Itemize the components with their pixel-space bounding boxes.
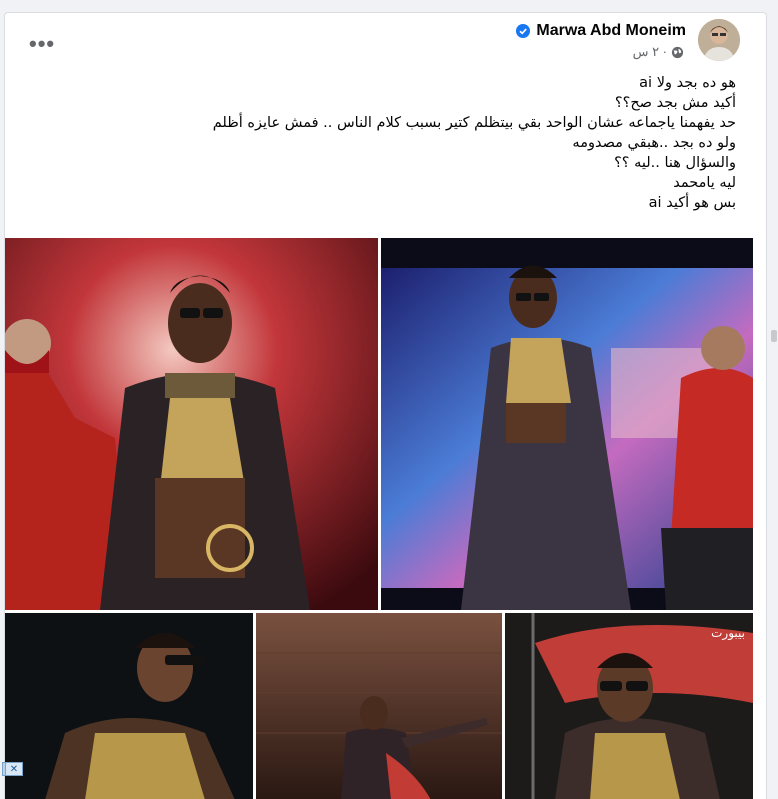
post-meta: ٢ س · bbox=[633, 44, 684, 60]
close-icon[interactable]: ✕ bbox=[5, 762, 23, 776]
photo-watermark: بيبورت bbox=[711, 626, 745, 641]
post-text: هو ده بجد ولا ai أكيد مش بجد صح؟؟ حد يفه… bbox=[46, 73, 736, 213]
author-header: Marwa Abd Moneim bbox=[516, 22, 686, 40]
post-text-line: والسؤال هنا ..ليه ؟؟ bbox=[614, 155, 736, 171]
author-avatar[interactable] bbox=[698, 19, 740, 61]
post-text-line: بس هو أكيد ai bbox=[648, 195, 736, 211]
post-card: ••• Marwa Abd Moneim ٢ س · هو ده بجد ولا… bbox=[4, 12, 767, 799]
post-time[interactable]: ٢ س · bbox=[633, 44, 667, 60]
post-text-line: أكيد مش بجد صح؟؟ bbox=[614, 95, 736, 111]
post-photo-4[interactable] bbox=[256, 613, 502, 799]
post-text-line: ليه يامحمد bbox=[673, 175, 736, 191]
more-options-icon[interactable]: ••• bbox=[29, 33, 55, 55]
globe-icon bbox=[671, 46, 684, 58]
author-name[interactable]: Marwa Abd Moneim bbox=[536, 22, 686, 40]
post-photo-1[interactable] bbox=[5, 238, 378, 610]
post-text-line: هو ده بجد ولا ai bbox=[639, 75, 736, 91]
scrollbar-thumb[interactable] bbox=[771, 330, 777, 342]
verified-badge-icon bbox=[516, 24, 531, 38]
post-text-line: حد يفهمنا ياجماعه عشان الواحد بقي بيتظلم… bbox=[212, 115, 736, 131]
post-photo-2[interactable] bbox=[381, 238, 753, 610]
post-photo-5[interactable]: بيبورت bbox=[505, 613, 753, 799]
post-text-line: ولو ده بجد ..هبقي مصدومه bbox=[572, 135, 736, 151]
post-photo-3[interactable] bbox=[5, 613, 253, 799]
